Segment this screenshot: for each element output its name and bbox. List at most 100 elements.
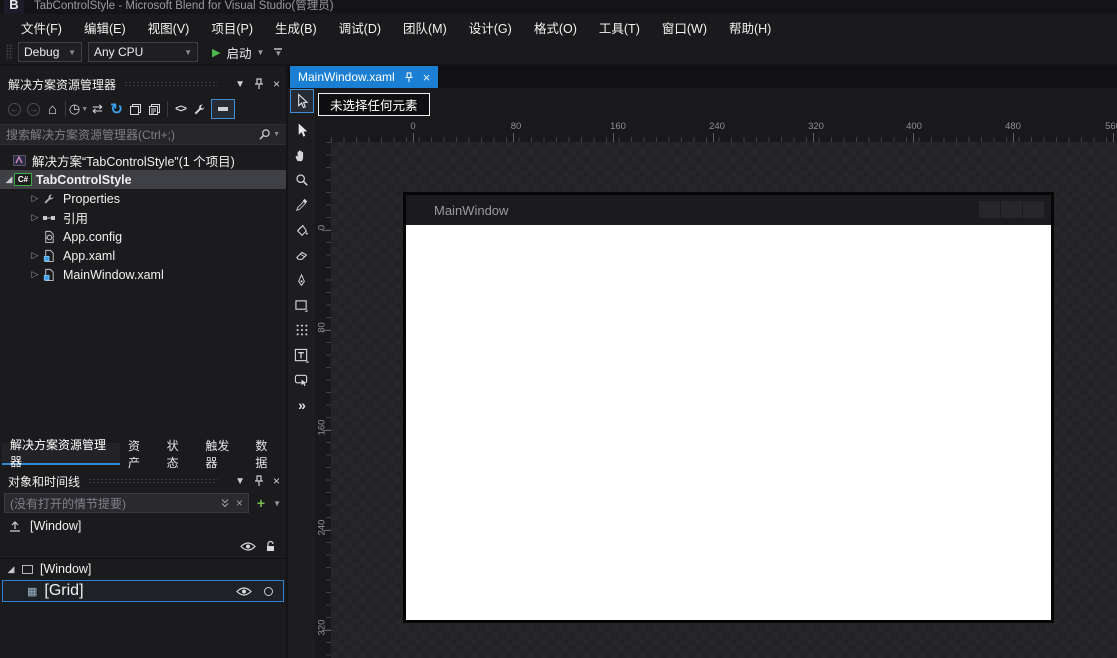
back-icon[interactable]: ← [5,99,24,119]
tree-item-mainwindow-xaml[interactable]: ▷ MainWindow.xaml [0,265,286,284]
collapsed-arrow-icon[interactable]: ▷ [30,269,40,280]
forward-icon[interactable]: → [24,99,43,119]
panel-drag-grip[interactable] [124,81,219,87]
menu-help[interactable]: 帮助(H) [718,14,782,41]
lock-icon[interactable] [265,540,276,552]
tree-item-window-node[interactable]: ◢ [Window] [0,559,286,579]
toolbar-grip[interactable] [6,44,13,60]
eye-icon[interactable] [240,541,256,552]
start-debug-button[interactable]: 启动 [226,43,251,62]
tree-item-references[interactable]: ▷ 引用 [0,208,286,227]
tree-item-app-config[interactable]: App.config [0,227,286,246]
menu-format[interactable]: 格式(O) [523,14,588,41]
menu-view[interactable]: 视图(V) [137,14,201,41]
pin-icon[interactable] [254,475,264,487]
tab-mainwindow-xaml[interactable]: MainWindow.xaml × [290,66,439,88]
expanded-arrow-icon[interactable]: ◢ [6,564,16,575]
eyedropper-tool[interactable] [290,193,314,217]
menu-project[interactable]: 项目(P) [200,14,264,41]
eraser-tool[interactable] [290,243,314,267]
blend-logo-icon: B [4,0,24,14]
ruler-label: 0 [316,224,328,231]
collapse-all-icon[interactable] [126,99,145,119]
configuration-value: Debug [24,45,60,59]
collapsed-arrow-icon[interactable]: ▷ [30,250,40,261]
assets-chevron-icon[interactable]: » [290,393,314,417]
panel-drag-grip[interactable] [88,478,219,484]
tree-item-project[interactable]: ◢ C# TabControlStyle [0,170,286,189]
ruler-label: 160 [610,121,626,132]
scope-up-icon[interactable] [8,519,22,533]
pin-icon[interactable] [254,78,264,90]
unlocked-indicator-icon[interactable] [264,586,273,596]
menu-team[interactable]: 团队(M) [392,14,458,41]
refresh-icon[interactable]: ↻ [107,99,126,119]
preview-window-client-area[interactable] [406,225,1051,620]
menu-tools[interactable]: 工具(T) [588,14,651,41]
tree-item-app-xaml[interactable]: ▷ App.xaml [0,246,286,265]
pin-icon[interactable] [404,71,414,83]
text-tool[interactable] [290,343,314,367]
chevron-down-icon[interactable]: ▼ [273,499,281,508]
direct-selection-tool[interactable] [290,118,314,142]
storyboard-picker[interactable]: (没有打开的情节提要) × [4,493,249,513]
menu-design[interactable]: 设计(G) [458,14,523,41]
eye-icon[interactable] [236,586,252,597]
pan-tool[interactable] [290,143,314,167]
platform-dropdown[interactable]: Any CPU ▼ [88,42,198,62]
tree-item-solution[interactable]: 解决方案“TabControlStyle”(1 个项目) [0,151,286,170]
close-icon[interactable]: × [423,70,431,85]
view-code-icon[interactable]: <> [171,99,190,119]
chevron-down-icon[interactable]: ▼ [256,48,264,57]
solution-tree: 解决方案“TabControlStyle”(1 个项目) ◢ C# TabCon… [0,151,286,284]
controls-tool[interactable] [290,368,314,392]
pending-changes-filter-icon[interactable]: ◷ ▼ [69,99,88,119]
menu-build[interactable]: 生成(B) [264,14,328,41]
tree-item-properties[interactable]: ▷ Properties [0,189,286,208]
expanded-arrow-icon[interactable]: ◢ [4,174,14,185]
selection-tool-active[interactable] [289,89,314,113]
tab-triggers[interactable]: 触发器 [197,439,247,470]
collapsed-arrow-icon[interactable]: ▷ [30,212,40,223]
tab-assets[interactable]: 资产 [120,439,159,470]
design-window-preview[interactable]: MainWindow [403,192,1054,623]
close-storyboard-icon[interactable]: × [236,496,243,510]
zoom-tool[interactable] [290,168,314,192]
search-icon[interactable]: ▼ [258,128,280,141]
home-icon[interactable]: ⌂ [43,99,62,119]
tab-solution-explorer[interactable]: 解决方案资源管理器 [2,438,120,469]
configuration-dropdown[interactable]: Debug ▼ [18,42,82,62]
menu-window[interactable]: 窗口(W) [651,14,718,41]
double-chevron-down-icon[interactable] [220,498,230,508]
panel-menu-chevron-icon[interactable]: ▼ [235,79,245,90]
rectangle-tool[interactable] [290,293,314,317]
tab-data[interactable]: 数据 [247,439,286,470]
sync-selection-icon[interactable]: ⇄ [88,99,107,119]
menu-edit[interactable]: 编辑(E) [73,14,137,41]
standard-toolbar: Debug ▼ Any CPU ▼ ▶ 启动 ▼ ▼ [0,40,1117,66]
solution-search-input[interactable]: 搜索解决方案资源管理器(Ctrl+;) ▼ [0,124,286,145]
new-storyboard-button[interactable]: + [257,495,265,511]
toolbox: » [288,88,315,658]
platform-value: Any CPU [94,45,144,59]
pen-tool[interactable] [290,268,314,292]
references-icon [40,213,58,223]
menu-debug[interactable]: 调试(D) [328,14,392,41]
show-all-files-icon[interactable] [145,99,164,119]
tree-item-grid-node-selected[interactable]: ▦ [Grid] [2,580,284,602]
preview-window-titlebar: MainWindow [406,195,1051,225]
close-icon[interactable]: × [273,77,280,91]
close-icon[interactable]: × [273,474,280,488]
properties-wrench-icon[interactable] [190,99,209,119]
panel-menu-chevron-icon[interactable]: ▼ [235,476,245,487]
menu-file[interactable]: 文件(F) [10,14,73,41]
tree-item-label: App.xaml [63,248,116,263]
selection-breadcrumb[interactable]: 未选择任何元素 [318,93,430,116]
grid-layout-tool[interactable] [290,318,314,342]
preview-selected-items-toggle[interactable] [211,99,235,119]
paint-bucket-tool[interactable] [290,218,314,242]
tab-states[interactable]: 状态 [159,439,198,470]
scope-row[interactable]: [Window] [0,515,286,537]
toolbar-overflow-button[interactable]: ▼ [274,48,283,58]
collapsed-arrow-icon[interactable]: ▷ [30,193,40,204]
